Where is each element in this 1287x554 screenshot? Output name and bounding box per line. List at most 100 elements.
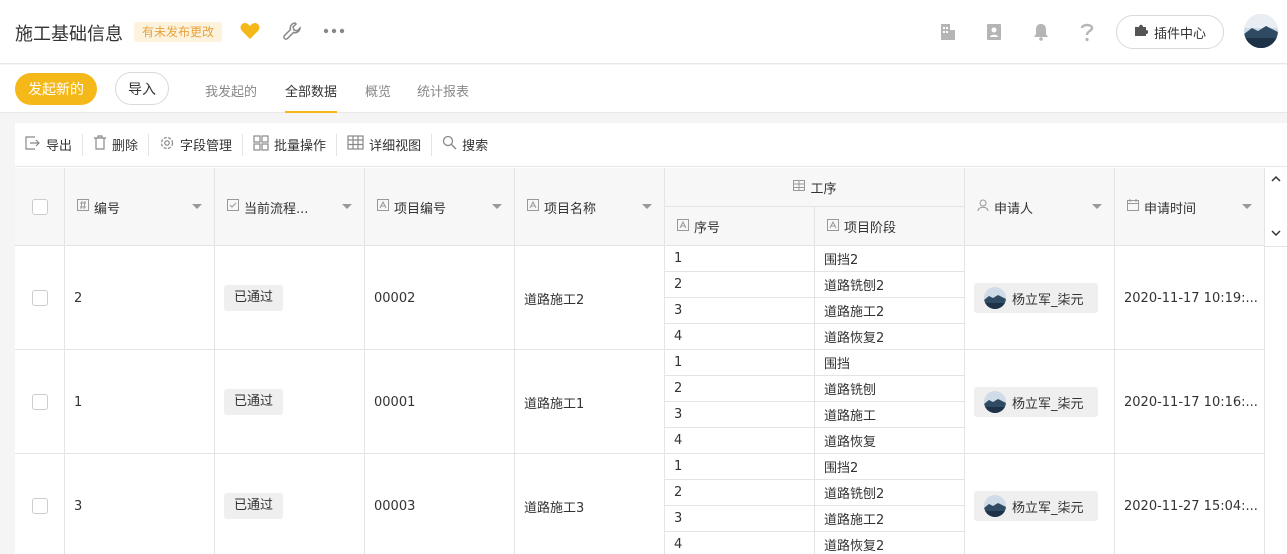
column-header-project-no[interactable]: 项目编号 bbox=[365, 168, 515, 246]
row-checkbox[interactable] bbox=[32, 394, 48, 410]
project-no-cell[interactable]: 00002 bbox=[365, 246, 515, 350]
avatar[interactable] bbox=[1244, 14, 1278, 48]
flow-cell[interactable]: 已通过 bbox=[215, 454, 365, 554]
batch-button[interactable]: 批量操作 bbox=[243, 134, 336, 156]
chevron-down-icon[interactable] bbox=[642, 204, 652, 209]
export-button[interactable]: 导出 bbox=[15, 134, 82, 156]
applicant-name: 杨立军_柒元 bbox=[1012, 396, 1084, 412]
chevron-down-icon[interactable] bbox=[492, 204, 502, 209]
user-chip[interactable]: 杨立军_柒元 bbox=[974, 491, 1098, 521]
project-no-cell[interactable]: 00001 bbox=[365, 350, 515, 454]
applicant-cell[interactable]: 杨立军_柒元 bbox=[965, 350, 1115, 454]
tab-reports[interactable]: 统计报表 bbox=[417, 81, 469, 113]
help-icon[interactable] bbox=[1077, 21, 1097, 43]
column-header-applicant[interactable]: 申请人 bbox=[965, 168, 1115, 246]
building-icon[interactable] bbox=[938, 21, 958, 43]
stage-subcell[interactable]: 道路铣刨 bbox=[815, 376, 965, 402]
select-all-checkbox[interactable] bbox=[32, 199, 48, 215]
export-label: 导出 bbox=[46, 139, 73, 154]
stage-subcell[interactable]: 道路恢复2 bbox=[815, 532, 965, 554]
id-cell[interactable]: 1 bbox=[65, 350, 215, 454]
plugin-center-button[interactable]: 插件中心 bbox=[1116, 15, 1224, 49]
stage-subcell[interactable]: 围挡2 bbox=[815, 246, 965, 272]
stage-subcell[interactable]: 道路施工 bbox=[815, 402, 965, 428]
id-cell[interactable]: 3 bbox=[65, 454, 215, 554]
tab-all-data[interactable]: 全部数据 bbox=[285, 81, 338, 113]
bell-icon[interactable] bbox=[1031, 21, 1051, 43]
stage-subcell[interactable]: 道路施工2 bbox=[815, 298, 965, 324]
search-button[interactable]: 搜索 bbox=[432, 134, 498, 156]
flow-cell[interactable]: 已通过 bbox=[215, 350, 365, 454]
seq-subcell[interactable]: 4 bbox=[665, 428, 815, 454]
column-group-title[interactable]: 工序 bbox=[665, 168, 965, 207]
contacts-icon[interactable] bbox=[984, 21, 1004, 43]
project-name-cell[interactable]: 道路施工2 bbox=[515, 246, 665, 350]
import-button[interactable]: 导入 bbox=[115, 72, 169, 105]
flow-cell[interactable]: 已通过 bbox=[215, 246, 365, 350]
chevron-down-icon[interactable] bbox=[192, 204, 202, 209]
table-header: 编号 当前流程... 项目编号 项目名称 工序 序号 项目阶段 申请人 申请时间 bbox=[15, 168, 1265, 246]
column-header-apply-time[interactable]: 申请时间 bbox=[1115, 168, 1265, 246]
column-header-id[interactable]: 编号 bbox=[65, 168, 215, 246]
project-name-cell[interactable]: 道路施工3 bbox=[515, 454, 665, 554]
stage-subcell[interactable]: 道路铣刨2 bbox=[815, 272, 965, 298]
scroll-up-icon[interactable] bbox=[1270, 173, 1282, 185]
delete-button[interactable]: 删除 bbox=[83, 134, 148, 156]
gear-icon bbox=[159, 135, 175, 155]
table-row[interactable]: 1 已通过 00001 道路施工1 杨立军_柒元 2020-11-17 10:16:...… bbox=[15, 350, 1265, 454]
wrench-icon[interactable] bbox=[282, 21, 302, 41]
tab-my-initiated[interactable]: 我发起的 bbox=[205, 81, 257, 113]
apply-time-cell[interactable]: 2020-11-17 10:16:... bbox=[1115, 350, 1265, 454]
seq-subcell[interactable]: 1 bbox=[665, 246, 815, 272]
tab-overview[interactable]: 概览 bbox=[365, 81, 391, 113]
seq-subcell[interactable]: 4 bbox=[665, 324, 815, 350]
text-field-icon bbox=[677, 218, 689, 235]
stage-subcell[interactable]: 围挡2 bbox=[815, 454, 965, 480]
apply-time-cell[interactable]: 2020-11-27 15:04:... bbox=[1115, 454, 1265, 554]
project-name-cell[interactable]: 道路施工1 bbox=[515, 350, 665, 454]
row-checkbox[interactable] bbox=[32, 290, 48, 306]
seq-subcell[interactable]: 3 bbox=[665, 402, 815, 428]
new-button[interactable]: 发起新的 bbox=[15, 73, 97, 105]
seq-subcell[interactable]: 2 bbox=[665, 376, 815, 402]
stage-subcell[interactable]: 道路铣刨2 bbox=[815, 480, 965, 506]
seq-subcell[interactable]: 2 bbox=[665, 272, 815, 298]
seq-subcell[interactable]: 4 bbox=[665, 532, 815, 554]
seq-subcell[interactable]: 3 bbox=[665, 298, 815, 324]
seq-subcell[interactable]: 1 bbox=[665, 454, 815, 480]
seq-subcell[interactable]: 2 bbox=[665, 480, 815, 506]
detail-view-button[interactable]: 详细视图 bbox=[337, 134, 431, 156]
stage-subcell[interactable]: 围挡 bbox=[815, 350, 965, 376]
row-select-cell bbox=[15, 350, 65, 454]
chevron-down-icon[interactable] bbox=[342, 204, 352, 209]
column-header-flow[interactable]: 当前流程... bbox=[215, 168, 365, 246]
column-header-seq[interactable]: 序号 bbox=[665, 207, 815, 246]
column-header-project-name[interactable]: 项目名称 bbox=[515, 168, 665, 246]
applicant-cell[interactable]: 杨立军_柒元 bbox=[965, 246, 1115, 350]
user-chip[interactable]: 杨立军_柒元 bbox=[974, 387, 1098, 417]
heart-icon[interactable] bbox=[240, 21, 260, 41]
seq-subcell[interactable]: 1 bbox=[665, 350, 815, 376]
table-row[interactable]: 3 已通过 00003 道路施工3 杨立军_柒元 2020-11-27 15:04:...… bbox=[15, 454, 1265, 554]
more-icon[interactable] bbox=[323, 21, 345, 41]
stage-subcell[interactable]: 道路施工2 bbox=[815, 506, 965, 532]
column-header-stage[interactable]: 项目阶段 bbox=[815, 207, 965, 246]
seq-subcell[interactable]: 3 bbox=[665, 506, 815, 532]
chevron-down-icon[interactable] bbox=[1242, 204, 1252, 209]
field-manage-button[interactable]: 字段管理 bbox=[149, 134, 242, 156]
chevron-down-icon[interactable] bbox=[1092, 204, 1102, 209]
apply-time-cell[interactable]: 2020-11-17 10:19:... bbox=[1115, 246, 1265, 350]
unpublished-badge[interactable]: 有未发布更改 bbox=[134, 22, 223, 42]
id-cell[interactable]: 2 bbox=[65, 246, 215, 350]
vertical-scrollbar[interactable] bbox=[1265, 168, 1287, 554]
stage-subcell[interactable]: 道路恢复2 bbox=[815, 324, 965, 350]
scroll-down-icon[interactable] bbox=[1270, 227, 1282, 239]
project-no-cell[interactable]: 00003 bbox=[365, 454, 515, 554]
user-chip[interactable]: 杨立军_柒元 bbox=[974, 283, 1098, 313]
search-icon bbox=[442, 135, 457, 154]
table-row[interactable]: 2 已通过 00002 道路施工2 杨立军_柒元 2020-11-17 10:19:...… bbox=[15, 246, 1265, 350]
column-header-label: 项目阶段 bbox=[844, 221, 897, 236]
stage-subcell[interactable]: 道路恢复 bbox=[815, 428, 965, 454]
row-checkbox[interactable] bbox=[32, 498, 48, 514]
applicant-cell[interactable]: 杨立军_柒元 bbox=[965, 454, 1115, 554]
